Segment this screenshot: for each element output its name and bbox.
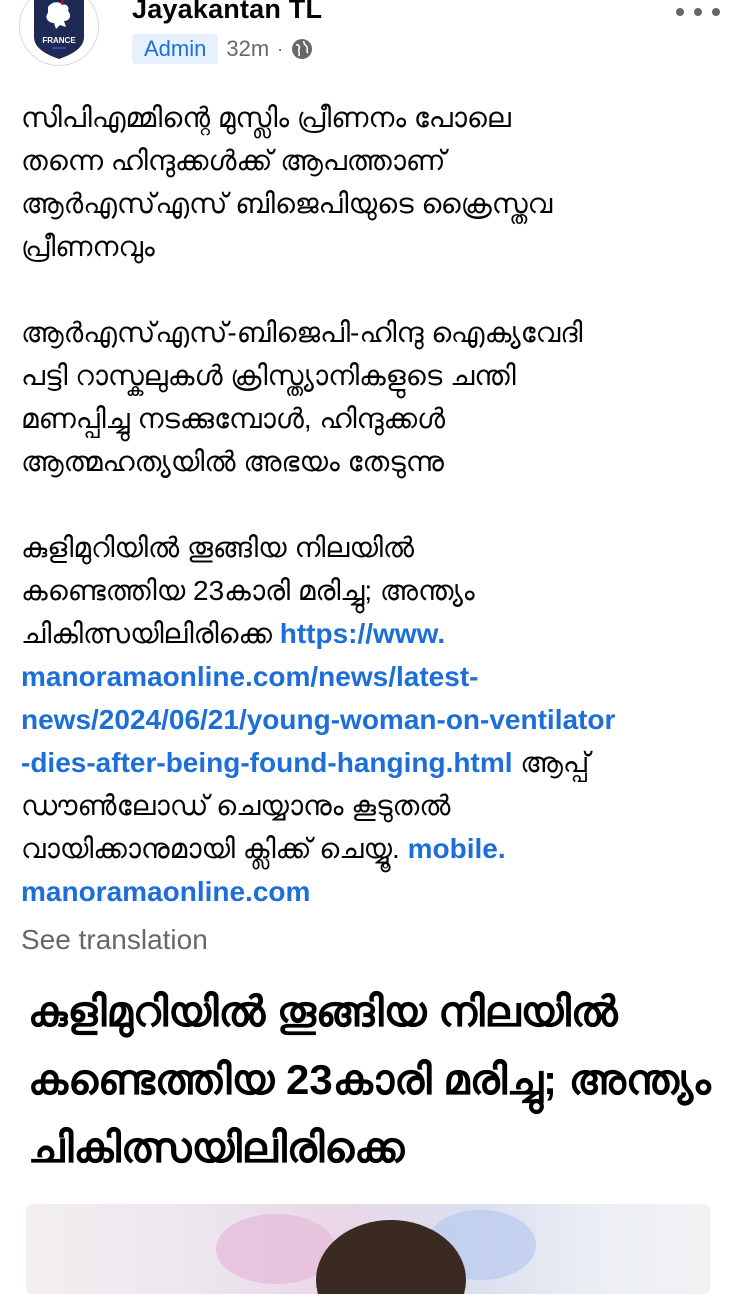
post-text: സിപിഎമ്മിന്റെ മുസ്ലിം പ്രീണനം പോലെ തന്നെ…: [21, 96, 716, 913]
author-name[interactable]: Jayakantan TL: [132, 0, 322, 25]
post-paragraph-3: കുളിമുറിയിൽ തൂങ്ങിയ നിലയിൽ കണ്ടെത്തിയ 23…: [21, 526, 716, 913]
post-meta: Admin 32m ·: [132, 34, 313, 64]
admin-badge: Admin: [132, 34, 219, 64]
link-preview-image[interactable]: [26, 1204, 710, 1294]
meta-separator: ·: [277, 38, 284, 59]
post-time[interactable]: 32m: [226, 36, 269, 62]
avatar-brand-text: FRANCE: [42, 36, 76, 45]
link-preview-title[interactable]: കുളിമുറിയിൽ തൂങ്ങിയ നിലയിൽ കണ്ടെത്തിയ 23…: [28, 978, 718, 1182]
avatar-image: FRANCE: [26, 0, 92, 59]
more-options-button[interactable]: [676, 0, 720, 24]
post-paragraph-1: സിപിഎമ്മിന്റെ മുസ്ലിം പ്രീണനം പോലെ തന്നെ…: [21, 102, 553, 262]
see-translation-link[interactable]: See translation: [21, 924, 208, 956]
more-dot: [712, 8, 720, 16]
globe-icon: [292, 39, 313, 59]
post-header: FRANCE Jayakantan TL Admin 32m ·: [0, 0, 736, 80]
more-dot: [676, 8, 684, 16]
rooster-crest-icon: FRANCE: [34, 0, 84, 59]
more-dot: [694, 8, 702, 16]
post-paragraph-2: ആർഎസ്എസ്-ബിജെപി-ഹിന്ദു ഐക്യവേദി പട്ടി റാ…: [21, 317, 583, 477]
author-avatar[interactable]: FRANCE: [19, 0, 99, 66]
